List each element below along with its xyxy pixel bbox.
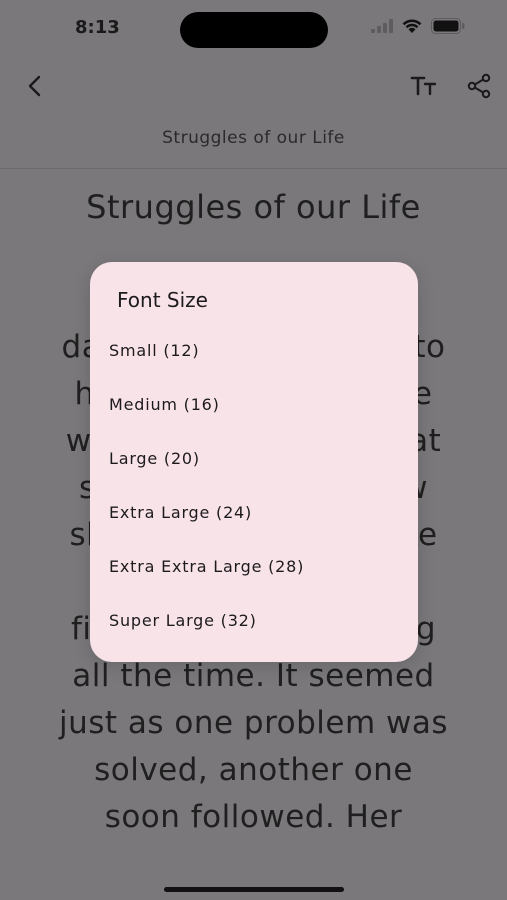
article-line: all the time. It seemed bbox=[72, 658, 435, 694]
dynamic-island bbox=[180, 12, 328, 48]
font-option-medium[interactable]: Medium (16) bbox=[109, 390, 399, 420]
article-title: Struggles of our Life bbox=[86, 188, 421, 226]
font-option-small[interactable]: Small (12) bbox=[109, 336, 399, 366]
font-option-large[interactable]: Large (20) bbox=[109, 444, 399, 474]
share-icon[interactable] bbox=[466, 73, 492, 99]
app-bar-title: Struggles of our Life bbox=[162, 128, 345, 148]
signal-icon bbox=[371, 19, 393, 33]
dialog-title: Font Size bbox=[117, 288, 208, 312]
battery-icon bbox=[431, 18, 465, 34]
status-icons bbox=[371, 18, 465, 34]
wifi-icon bbox=[402, 19, 422, 33]
article-line: just as one problem was bbox=[58, 705, 449, 741]
font-option-super-large[interactable]: Super Large (32) bbox=[109, 606, 399, 636]
font-size-dialog: Font Size Small (12) Medium (16) Large (… bbox=[90, 262, 418, 662]
app-bar: Struggles of our Life bbox=[0, 60, 507, 169]
article-line: solved, another one bbox=[94, 752, 413, 788]
status-bar: 8:13 bbox=[0, 0, 507, 60]
status-time: 8:13 bbox=[75, 17, 120, 38]
font-option-extra-large[interactable]: Extra Large (24) bbox=[109, 498, 399, 528]
font-size-icon[interactable] bbox=[410, 74, 438, 98]
article-line: soon followed. Her bbox=[104, 799, 403, 835]
home-indicator bbox=[164, 887, 344, 892]
back-icon[interactable] bbox=[22, 73, 48, 99]
font-option-extra-extra-large[interactable]: Extra Extra Large (28) bbox=[109, 552, 399, 582]
